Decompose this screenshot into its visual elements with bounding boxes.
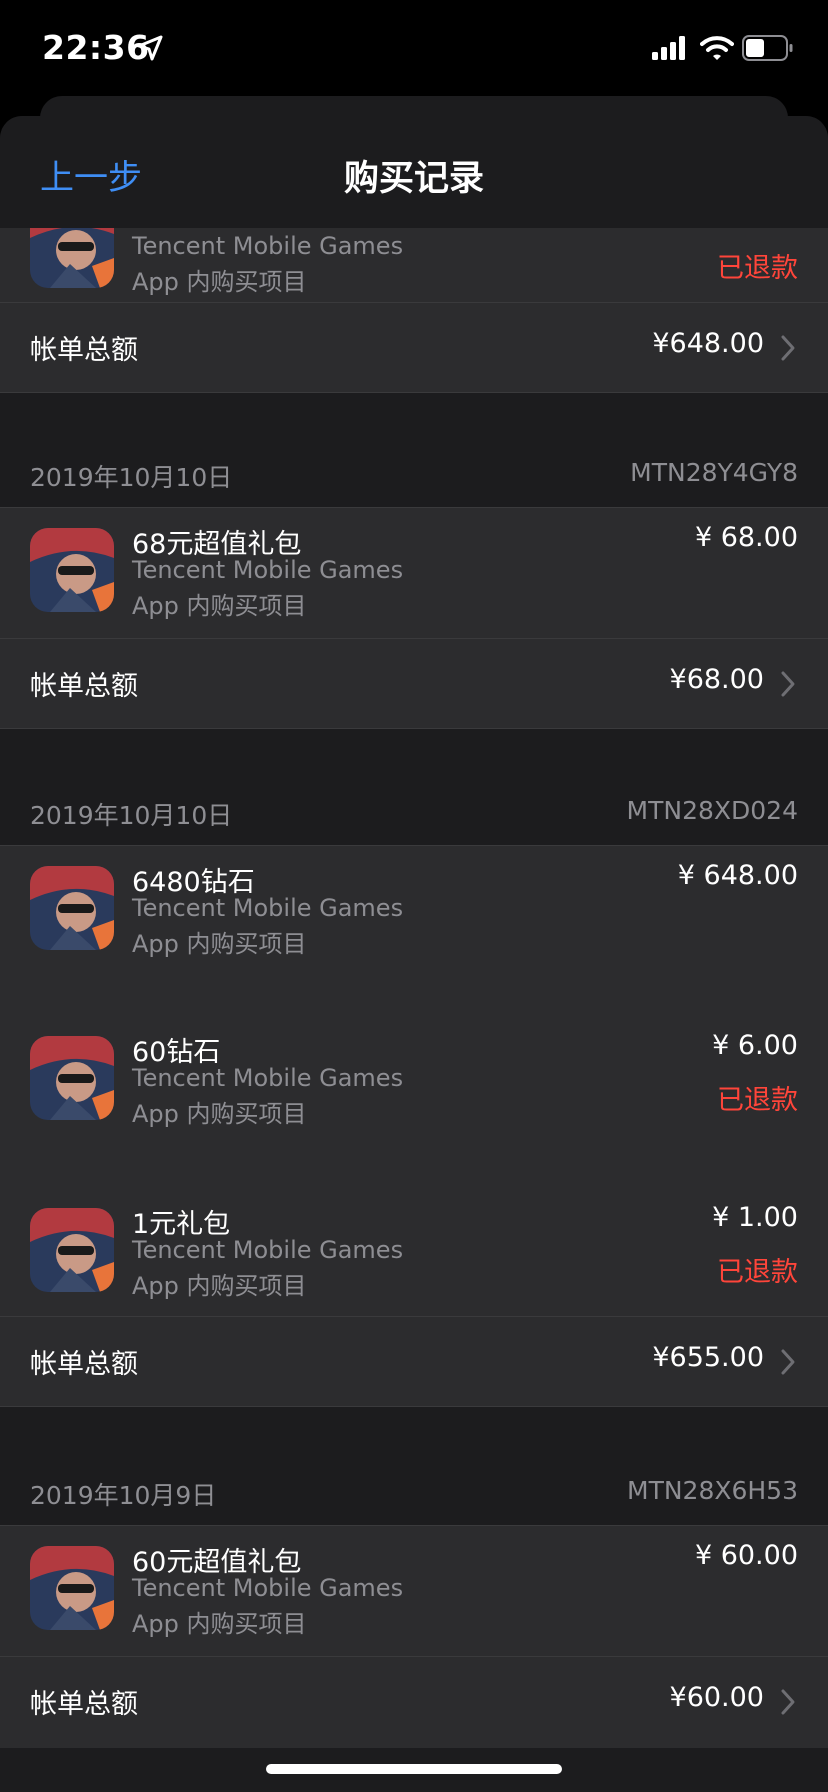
divider <box>0 728 828 729</box>
bill-total-row[interactable]: 帐单总额 ¥68.00 <box>0 638 828 728</box>
purchase-group: Tencent Mobile Games App 内购买项目 已退款 帐单总额 … <box>0 228 828 392</box>
item-price: ¥ 60.00 <box>694 1540 798 1571</box>
bill-total-row[interactable]: 帐单总额 ¥655.00 <box>0 1316 828 1406</box>
bill-total-amount: ¥648.00 <box>652 328 764 359</box>
purchase-group: 68元超值礼包 Tencent Mobile Games App 内购买项目 ¥… <box>0 508 828 728</box>
purchase-date: 2019年10月9日 <box>30 1481 217 1510</box>
bill-total-label: 帐单总额 <box>30 671 138 702</box>
nav-bar: 上一步 购买记录 <box>0 116 828 228</box>
date-header: 2019年10月9日 MTN28X6H53 <box>0 1476 828 1522</box>
game-app-icon <box>30 1546 114 1630</box>
chevron-right-icon <box>781 1349 795 1375</box>
order-id: MTN28X6H53 <box>627 1476 798 1505</box>
bill-total-label: 帐单总额 <box>30 1349 138 1380</box>
item-price: ¥ 6.00 <box>712 1030 798 1061</box>
game-app-icon <box>30 866 114 950</box>
order-id: MTN28XD024 <box>626 796 798 825</box>
item-type-label: App 内购买项目 <box>132 268 307 296</box>
item-type-label: App 内购买项目 <box>132 1272 307 1300</box>
item-price: ¥ 68.00 <box>694 522 798 553</box>
game-app-icon <box>30 1208 114 1292</box>
status-time: 22:36 <box>42 28 150 67</box>
chevron-right-icon <box>781 671 795 697</box>
developer-label: Tencent Mobile Games <box>132 1236 404 1264</box>
list-item[interactable]: 60元超值礼包 Tencent Mobile Games App 内购买项目 ¥… <box>0 1526 828 1656</box>
bill-total-amount: ¥68.00 <box>669 664 764 695</box>
date-header: 2019年10月10日 MTN28XD024 <box>0 796 828 842</box>
developer-label: Tencent Mobile Games <box>132 556 404 584</box>
wifi-icon <box>700 36 734 60</box>
purchase-history-sheet: 上一步 购买记录 Tencent Mobile Games App 内购买项目 … <box>0 116 828 1792</box>
chevron-right-icon <box>781 335 795 361</box>
list-item[interactable]: 6480钻石 Tencent Mobile Games App 内购买项目 ¥ … <box>0 846 828 976</box>
game-app-icon <box>30 1036 114 1120</box>
page-title: 购买记录 <box>343 159 484 199</box>
order-id: MTN28Y4GY8 <box>630 458 798 487</box>
refund-status: 已退款 <box>717 253 798 284</box>
bill-total-label: 帐单总额 <box>30 1689 138 1720</box>
purchase-list[interactable]: Tencent Mobile Games App 内购买项目 已退款 帐单总额 … <box>0 228 828 1792</box>
refund-status: 已退款 <box>717 1257 798 1288</box>
game-app-icon <box>30 528 114 612</box>
developer-label: Tencent Mobile Games <box>132 1574 404 1602</box>
list-item[interactable]: 1元礼包 Tencent Mobile Games App 内购买项目 ¥ 1.… <box>0 1188 828 1318</box>
item-type-label: App 内购买项目 <box>132 592 307 620</box>
item-price: ¥ 1.00 <box>712 1202 798 1233</box>
item-type-label: App 内购买项目 <box>132 1100 307 1128</box>
list-item[interactable]: 68元超值礼包 Tencent Mobile Games App 内购买项目 ¥… <box>0 508 828 638</box>
divider <box>0 1406 828 1407</box>
list-item[interactable]: 60钻石 Tencent Mobile Games App 内购买项目 ¥ 6.… <box>0 1016 828 1146</box>
cellular-signal-icon <box>652 36 685 60</box>
purchase-date: 2019年10月10日 <box>30 463 233 492</box>
purchase-group: 60元超值礼包 Tencent Mobile Games App 内购买项目 ¥… <box>0 1526 828 1748</box>
bill-total-amount: ¥655.00 <box>652 1342 764 1373</box>
bill-total-amount: ¥60.00 <box>669 1682 764 1713</box>
bill-total-row[interactable]: 帐单总额 ¥60.00 <box>0 1656 828 1746</box>
bill-total-label: 帐单总额 <box>30 335 138 366</box>
refund-status: 已退款 <box>717 1085 798 1116</box>
game-app-icon <box>30 228 114 288</box>
developer-label: Tencent Mobile Games <box>132 232 404 260</box>
bill-total-row[interactable]: 帐单总额 ¥648.00 <box>0 302 828 392</box>
screen: 22:36 上一步 购买记录 Tencent Mobile Games App … <box>0 0 828 1792</box>
purchase-date: 2019年10月10日 <box>30 801 233 830</box>
status-bar: 22:36 <box>0 0 828 100</box>
item-price: ¥ 648.00 <box>677 860 798 891</box>
item-type-label: App 内购买项目 <box>132 930 307 958</box>
developer-label: Tencent Mobile Games <box>132 894 404 922</box>
location-arrow-icon <box>137 35 163 61</box>
item-type-label: App 内购买项目 <box>132 1610 307 1638</box>
chevron-right-icon <box>781 1689 795 1715</box>
home-indicator[interactable] <box>266 1764 562 1774</box>
battery-icon <box>742 35 793 61</box>
divider <box>0 392 828 393</box>
purchase-group: 6480钻石 Tencent Mobile Games App 内购买项目 ¥ … <box>0 846 828 1406</box>
date-header: 2019年10月10日 MTN28Y4GY8 <box>0 458 828 504</box>
developer-label: Tencent Mobile Games <box>132 1064 404 1092</box>
